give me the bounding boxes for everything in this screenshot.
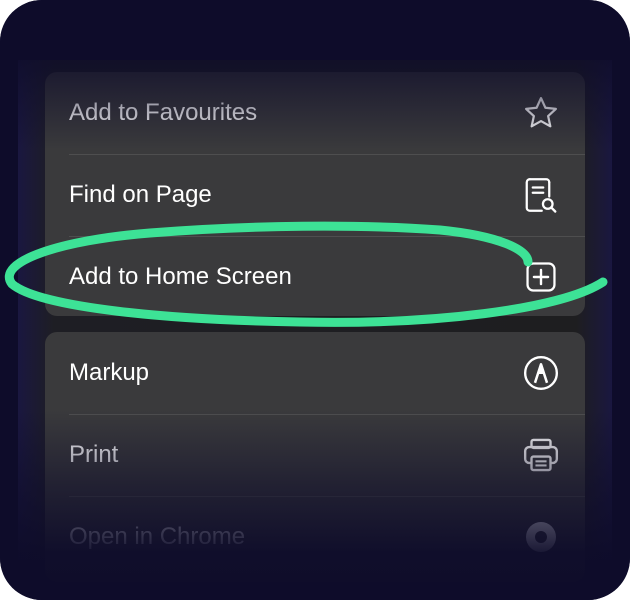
menu-item-open-in-chrome[interactable]: Open in Chrome <box>45 496 585 578</box>
share-actions-group: Add to Favourites Find on Page Add to Ho… <box>45 72 585 316</box>
chrome-icon <box>521 517 561 557</box>
menu-item-label: Markup <box>69 359 150 386</box>
menu-item-markup[interactable]: Markup <box>45 332 585 414</box>
find-document-icon <box>521 175 561 215</box>
menu-item-label: Find on Page <box>69 181 212 208</box>
menu-item-label: Open in Chrome <box>69 523 246 550</box>
markup-pen-icon <box>521 353 561 393</box>
menu-item-label: Add to Home Screen <box>69 263 292 290</box>
menu-item-label: Print <box>69 441 119 468</box>
printer-icon <box>521 435 561 475</box>
menu-item-add-to-home-screen[interactable]: Add to Home Screen <box>45 236 585 316</box>
star-icon <box>521 93 561 133</box>
share-options-group: Markup Print Open in Chrome <box>45 332 585 582</box>
screenshot-frame: Add to Favourites Find on Page Add to Ho… <box>0 0 630 600</box>
add-square-icon <box>521 257 561 297</box>
menu-item-label: Add to Favourites <box>69 99 258 126</box>
menu-item-print[interactable]: Print <box>45 414 585 496</box>
menu-item-find-on-page[interactable]: Find on Page <box>45 154 585 236</box>
menu-item-add-to-favourites[interactable]: Add to Favourites <box>45 72 585 154</box>
